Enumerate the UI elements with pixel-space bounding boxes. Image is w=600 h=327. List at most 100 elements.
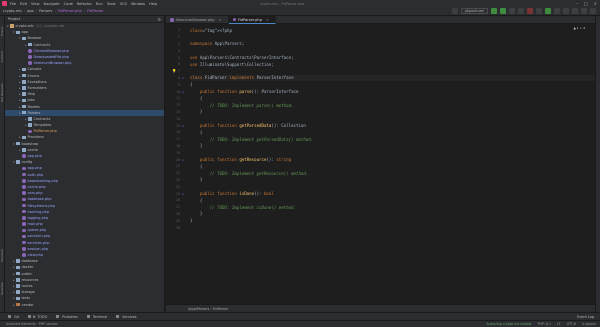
- code-line[interactable]: 19: [176, 149, 595, 156]
- line-number[interactable]: 1: [168, 28, 180, 32]
- code-line[interactable]: 23 }: [176, 177, 595, 184]
- line-number[interactable]: 13: [168, 110, 180, 114]
- history-icon[interactable]: [563, 8, 569, 14]
- line-number[interactable]: 15: [168, 124, 180, 128]
- code-line[interactable]: 20 ⊕ public function getResource(): strin…: [176, 156, 595, 163]
- line-number[interactable]: 16: [168, 130, 180, 134]
- bottom-tab-problems[interactable]: Problems: [56, 315, 78, 319]
- php-version[interactable]: PHP: 8.1: [538, 322, 551, 326]
- tree-row[interactable]: ▸ vendor: [5, 301, 164, 307]
- code-editor[interactable]: ▲ 1 ✓ 4 1 class="tag"><?php 2 3 namespace Ap…: [166, 24, 595, 304]
- line-number[interactable]: 30: [168, 226, 180, 230]
- implements-method-icon[interactable]: ⊕: [182, 90, 186, 94]
- menu-edit[interactable]: Edit: [20, 2, 27, 6]
- code-line[interactable]: 22 // TODO: Implement getResource() meth…: [176, 170, 595, 177]
- code-area[interactable]: 1 class="tag"><?php 2 3 namespace App\Parser…: [172, 27, 595, 231]
- code-line[interactable]: 6 use Illuminate\Support\Collection;: [178, 61, 595, 68]
- code-line[interactable]: 16 {: [176, 129, 595, 136]
- git-update-icon[interactable]: [536, 8, 542, 14]
- project-panel-title[interactable]: Project: [8, 17, 20, 21]
- code-line[interactable]: 12 // TODO: Implement parse() method.: [176, 102, 595, 109]
- code-line[interactable]: 10 ⊕ public function parse(): ParserInter…: [176, 88, 595, 95]
- line-number[interactable]: 10: [168, 90, 180, 94]
- code-line[interactable]: 29}: [176, 217, 595, 224]
- code-line[interactable]: 25 ⊕ public function isDone(): bool: [176, 190, 595, 197]
- code-line[interactable]: 27 // TODO: Implement isDone() method.: [176, 204, 595, 211]
- menu-refactor[interactable]: Refactor: [77, 2, 92, 6]
- menu-help[interactable]: Help: [149, 2, 157, 6]
- code-line[interactable]: 13 }: [176, 109, 595, 116]
- line-number[interactable]: 14: [168, 117, 180, 121]
- line-number[interactable]: 8: [168, 76, 180, 80]
- implements-method-icon[interactable]: ⊖: [182, 76, 186, 80]
- line-number[interactable]: 12: [168, 103, 180, 107]
- run-config-select[interactable]: phpunit.xml: [460, 8, 488, 14]
- line-number[interactable]: 4: [168, 49, 180, 53]
- line-number[interactable]: 9: [168, 83, 180, 87]
- code-line[interactable]: 21 {: [176, 163, 595, 170]
- line-number[interactable]: 17: [168, 137, 180, 141]
- close-tab-icon[interactable]: ×: [266, 18, 269, 22]
- coverage-icon[interactable]: [509, 8, 515, 14]
- line-number[interactable]: 21: [168, 164, 180, 168]
- menu-file[interactable]: File: [10, 2, 16, 6]
- code-line[interactable]: 17 // TODO: Implement getParsedData() me…: [176, 136, 595, 143]
- event-log-button[interactable]: Event Log: [577, 315, 594, 319]
- close-icon[interactable]: ×: [594, 1, 597, 6]
- code-line[interactable]: 1 class="tag"><?php: [178, 27, 595, 34]
- bottom-tab-services[interactable]: Services: [116, 315, 137, 319]
- line-number[interactable]: 7: [168, 69, 180, 73]
- code-line[interactable]: 24: [176, 183, 595, 190]
- line-number[interactable]: 23: [168, 178, 180, 182]
- settings-icon[interactable]: [581, 8, 587, 14]
- code-line[interactable]: 30: [176, 224, 595, 231]
- stop-icon[interactable]: [527, 8, 533, 14]
- profile-icon[interactable]: [518, 8, 524, 14]
- line-number[interactable]: 24: [168, 185, 180, 189]
- rollback-icon[interactable]: [572, 8, 578, 14]
- editor-tab[interactable]: SeleniumBrowser.php ×: [166, 16, 229, 24]
- line-number[interactable]: 22: [168, 171, 180, 175]
- minimize-icon[interactable]: –: [576, 1, 578, 6]
- gear-icon[interactable]: ⚙: [157, 17, 161, 22]
- menu-run[interactable]: Run: [96, 2, 103, 6]
- line-number[interactable]: 28: [168, 212, 180, 216]
- git-commit-icon[interactable]: [545, 8, 551, 14]
- menu-tools[interactable]: Tools: [107, 2, 116, 6]
- menu-vcs[interactable]: VCS: [120, 2, 127, 6]
- breadcrumb-app[interactable]: app: [27, 9, 34, 13]
- line-number[interactable]: 20: [168, 158, 180, 162]
- line-number[interactable]: 5: [168, 56, 180, 60]
- code-line[interactable]: 4: [178, 47, 595, 54]
- line-number[interactable]: 11: [168, 96, 180, 100]
- implements-method-icon[interactable]: ⊕: [182, 124, 186, 128]
- breadcrumb-class[interactable]: FidParser: [87, 9, 103, 13]
- line-number[interactable]: 26: [168, 198, 180, 202]
- line-number[interactable]: 2: [168, 35, 180, 39]
- code-line[interactable]: 14: [176, 115, 595, 122]
- close-tab-icon[interactable]: ×: [218, 18, 221, 22]
- menu-view[interactable]: View: [31, 2, 40, 6]
- indent-setting[interactable]: 4 spaces: [582, 322, 596, 326]
- breadcrumb-project[interactable]: crypto-mb: [3, 9, 22, 13]
- line-number[interactable]: 3: [168, 42, 180, 46]
- code-line[interactable]: 7 💡: [172, 68, 595, 75]
- bottom-tab-git[interactable]: Git: [8, 315, 19, 319]
- code-line[interactable]: 28 }: [176, 211, 595, 218]
- code-line[interactable]: 8 ⊖ class FidParser implements ParserInter…: [178, 74, 595, 82]
- line-number[interactable]: 19: [168, 151, 180, 155]
- line-number[interactable]: 29: [168, 219, 180, 223]
- breadcrumb-parsers[interactable]: Parsers: [39, 9, 52, 13]
- menu-code[interactable]: Code: [64, 2, 73, 6]
- git-push-icon[interactable]: [554, 8, 560, 14]
- menu-window[interactable]: Window: [131, 2, 145, 6]
- code-line[interactable]: 5 use App\Parsers\Contracts\ParserInterfa…: [178, 54, 595, 61]
- code-line[interactable]: 15 ⊕ public function getParsedData(): Col…: [176, 122, 595, 129]
- code-line[interactable]: 18 }: [176, 143, 595, 150]
- line-number[interactable]: 18: [168, 144, 180, 148]
- add-config-icon[interactable]: [451, 8, 458, 14]
- line-number[interactable]: 6: [168, 62, 180, 66]
- code-line[interactable]: 2: [178, 34, 595, 41]
- line-separator[interactable]: LF: [557, 322, 561, 326]
- code-line[interactable]: 3 namespace App\Parsers;: [178, 41, 595, 48]
